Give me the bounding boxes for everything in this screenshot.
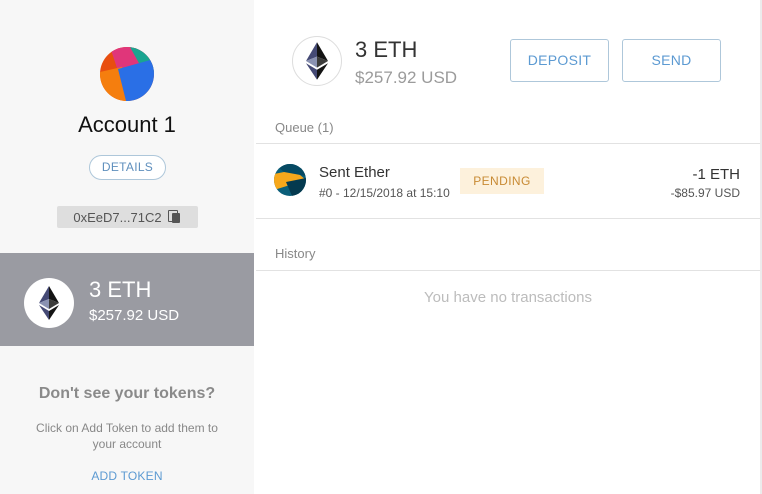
sidebar-usd-balance: $257.92 USD <box>89 307 180 324</box>
main-usd-balance: $257.92 USD <box>355 68 458 87</box>
transaction-usd-amount: -$85.97 USD <box>670 186 740 200</box>
divider <box>256 270 760 271</box>
deposit-button[interactable]: DEPOSIT <box>510 39 609 82</box>
divider <box>256 218 760 219</box>
account-name: Account 1 <box>78 112 176 137</box>
tokens-description: Click on Add Token to add them to your a… <box>36 421 218 451</box>
sidebar-eth-balance: 3 ETH <box>89 277 152 302</box>
divider <box>256 143 760 144</box>
status-badge: PENDING <box>460 168 544 194</box>
ethereum-icon <box>24 278 74 328</box>
account-address: 0xEeD7...71C2 <box>73 209 162 225</box>
queue-heading: Queue (1) <box>275 120 334 135</box>
ethereum-icon <box>292 36 342 86</box>
empty-history-message: You have no transactions <box>424 289 592 306</box>
details-button[interactable]: DETAILS <box>89 155 166 180</box>
transaction-subtitle: #0 - 12/15/2018 at 15:10 <box>319 186 450 200</box>
transaction-eth-amount: -1 ETH <box>692 166 740 183</box>
history-heading: History <box>275 246 316 261</box>
tokens-heading: Don't see your tokens? <box>38 385 216 402</box>
send-button[interactable]: SEND <box>622 39 721 82</box>
transaction-title[interactable]: Sent Ether <box>319 164 390 181</box>
main-eth-balance: 3 ETH <box>355 37 418 62</box>
transaction-identicon <box>274 164 306 196</box>
account-avatar[interactable] <box>100 47 154 101</box>
address-copy-pill[interactable]: 0xEeD7...71C2 <box>57 206 198 228</box>
add-token-link[interactable]: ADD TOKEN <box>0 469 254 483</box>
copy-icon[interactable] <box>167 210 182 224</box>
